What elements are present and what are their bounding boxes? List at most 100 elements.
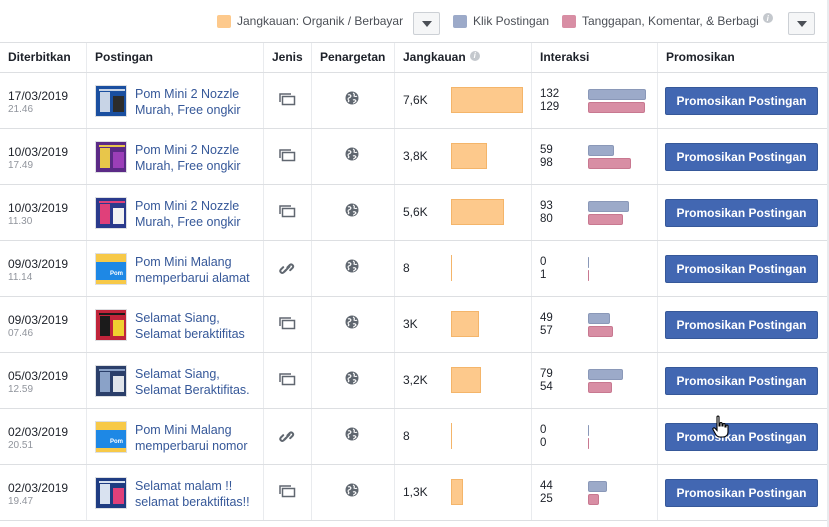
- clicks-value: 0: [540, 256, 547, 268]
- promote-cell: Promosikan Postingan: [658, 185, 829, 240]
- post-title-link[interactable]: Pom Mini 2 Nozzle Murah, Free ongkir: [135, 86, 261, 118]
- published-time: 11.14: [8, 272, 33, 283]
- col-targeting[interactable]: Penargetan: [312, 43, 395, 72]
- post-thumbnail[interactable]: [95, 365, 127, 397]
- reactions-value: 1: [540, 269, 547, 281]
- link-icon: [279, 261, 295, 280]
- globe-icon: [345, 259, 359, 276]
- col-reach-label: Jangkauan: [403, 50, 466, 64]
- reactions-bar: [588, 382, 612, 393]
- promote-post-button[interactable]: Promosikan Postingan: [665, 367, 818, 395]
- promote-post-button[interactable]: Promosikan Postingan: [665, 199, 818, 227]
- reactions-value: 57: [540, 325, 553, 337]
- legend-item-clicks: Klik Postingan: [453, 13, 549, 29]
- legend-swatch-clicks: [453, 14, 467, 28]
- post-thumbnail[interactable]: Pom: [95, 253, 127, 285]
- clicks-bar: [588, 257, 589, 268]
- published-cell: 02/03/2019 19.47: [0, 465, 87, 520]
- promote-post-button[interactable]: Promosikan Postingan: [665, 479, 818, 507]
- post-title-link[interactable]: Pom Mini 2 Nozzle Murah, Free ongkir: [135, 142, 261, 174]
- post-title-link[interactable]: Selamat Siang, Selamat Beraktifitas.: [135, 366, 261, 398]
- clicks-value: 79: [540, 368, 553, 380]
- post-cell[interactable]: Selamat malam !! selamat beraktifitas!!: [87, 465, 264, 520]
- table-row: 10/03/2019 17.49 Pom Mini 2 Nozzle Murah, …: [0, 129, 829, 185]
- info-icon[interactable]: i: [762, 13, 773, 23]
- post-title-link[interactable]: Pom Mini Malang memperbarui alamat: [135, 254, 261, 286]
- clicks-value: 93: [540, 200, 553, 212]
- clicks-value: 44: [540, 480, 553, 492]
- clicks-bar: [588, 369, 623, 380]
- col-type[interactable]: Jenis: [264, 43, 312, 72]
- reactions-value: 0: [540, 437, 547, 449]
- legend-swatch-reach: [217, 14, 231, 28]
- reactions-dropdown-button[interactable]: [788, 12, 815, 35]
- table-row: 02/03/2019 20.51 Pom Pom Mini Malang memper…: [0, 409, 829, 465]
- published-time: 07.46: [8, 328, 34, 339]
- promote-post-button[interactable]: Promosikan Postingan: [665, 255, 818, 283]
- interactions-cell: 01: [532, 241, 658, 296]
- promote-cell: Promosikan Postingan: [658, 409, 829, 464]
- post-cell[interactable]: Selamat Siang, Selamat beraktifitas: [87, 297, 264, 352]
- type-cell: [264, 465, 312, 520]
- clicks-value: 132: [540, 88, 560, 100]
- promote-cell: Promosikan Postingan: [658, 297, 829, 352]
- post-cell[interactable]: Pom Pom Mini Malang memperbarui alamat: [87, 241, 264, 296]
- promote-post-button[interactable]: Promosikan Postingan: [665, 87, 818, 115]
- post-cell[interactable]: Pom Mini 2 Nozzle Murah, Free ongkir: [87, 73, 264, 128]
- reactions-value: 129: [540, 101, 560, 113]
- promote-post-button[interactable]: Promosikan Postingan: [665, 311, 818, 339]
- type-cell: [264, 73, 312, 128]
- published-date: 09/03/2019: [8, 257, 69, 271]
- published-cell: 02/03/2019 20.51: [0, 409, 87, 464]
- table-row: 09/03/2019 11.14 Pom Pom Mini Malang memper…: [0, 241, 829, 297]
- promote-post-button[interactable]: Promosikan Postingan: [665, 143, 818, 171]
- post-thumbnail[interactable]: [95, 197, 127, 229]
- post-cell[interactable]: Pom Mini 2 Nozzle Murah, Free ongkir: [87, 129, 264, 184]
- interactions-cell: 79 54: [532, 353, 658, 408]
- legend-swatch-reactions: [562, 14, 576, 28]
- post-title-link[interactable]: Selamat Siang, Selamat beraktifitas: [135, 310, 261, 342]
- reactions-value: 98: [540, 157, 553, 169]
- col-reach[interactable]: Jangkauan i: [395, 43, 532, 72]
- clicks-bar: [588, 201, 629, 212]
- col-published[interactable]: Diterbitkan: [0, 43, 87, 72]
- post-cell[interactable]: Pom Mini 2 Nozzle Murah, Free ongkir: [87, 185, 264, 240]
- globe-icon: [345, 427, 359, 444]
- reach-value: 3K: [403, 317, 418, 331]
- promote-post-button[interactable]: Promosikan Postingan: [665, 423, 818, 451]
- post-thumbnail[interactable]: [95, 477, 127, 509]
- reactions-bar: [588, 158, 631, 169]
- published-cell: 05/03/2019 12.59: [0, 353, 87, 408]
- type-cell: [264, 297, 312, 352]
- clicks-bar: [588, 425, 589, 436]
- col-interactions[interactable]: Interaksi: [532, 43, 658, 72]
- type-cell: [264, 353, 312, 408]
- post-thumbnail[interactable]: [95, 85, 127, 117]
- post-title-link[interactable]: Pom Mini Malang memperbarui nomor: [135, 422, 261, 454]
- reactions-bar: [588, 494, 599, 505]
- svg-text:Pom: Pom: [110, 271, 123, 277]
- post-thumbnail[interactable]: [95, 309, 127, 341]
- published-cell: 09/03/2019 11.14: [0, 241, 87, 296]
- photo-icon: [279, 149, 296, 165]
- post-title-link[interactable]: Selamat malam !! selamat beraktifitas!!: [135, 478, 261, 510]
- post-title-link[interactable]: Pom Mini 2 Nozzle Murah, Free ongkir: [135, 198, 261, 230]
- info-icon[interactable]: i: [469, 50, 480, 61]
- targeting-cell: [312, 241, 395, 296]
- reach-cell: 1,3K: [395, 465, 532, 520]
- reach-dropdown-button[interactable]: [413, 12, 440, 35]
- type-cell: [264, 409, 312, 464]
- reach-bar: [451, 311, 479, 337]
- post-thumbnail[interactable]: [95, 141, 127, 173]
- post-thumbnail[interactable]: Pom: [95, 421, 127, 453]
- col-post[interactable]: Postingan: [87, 43, 264, 72]
- reactions-bar: [588, 214, 623, 225]
- table-row: 10/03/2019 11.30 Pom Mini 2 Nozzle Murah, …: [0, 185, 829, 241]
- post-cell[interactable]: Pom Pom Mini Malang memperbarui nomor: [87, 409, 264, 464]
- interactions-cell: 93 80: [532, 185, 658, 240]
- table-row: 17/03/2019 21.46 Pom Mini 2 Nozzle Murah, …: [0, 73, 829, 129]
- targeting-cell: [312, 73, 395, 128]
- post-cell[interactable]: Selamat Siang, Selamat Beraktifitas.: [87, 353, 264, 408]
- published-cell: 10/03/2019 11.30: [0, 185, 87, 240]
- clicks-value: 0: [540, 424, 547, 436]
